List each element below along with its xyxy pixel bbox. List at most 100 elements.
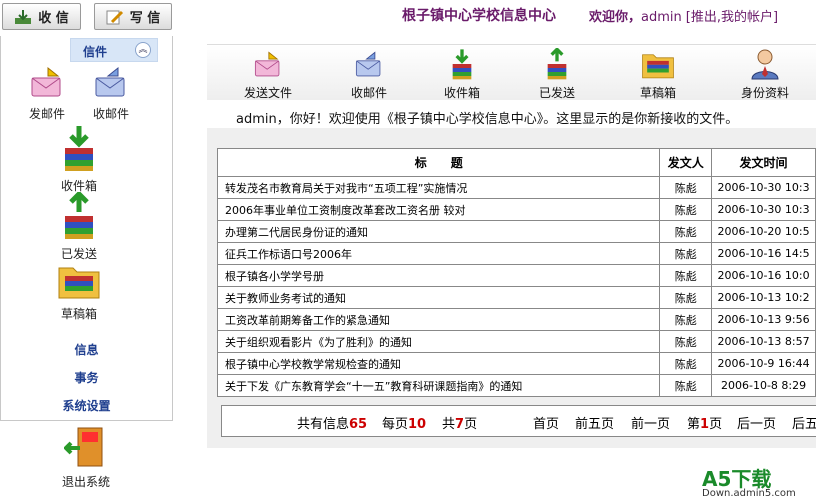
toolbar-label: 发送文件: [243, 86, 292, 100]
next-page-link[interactable]: 后一页: [737, 413, 776, 432]
sidebar-link-affairs[interactable]: 事务: [0, 369, 173, 386]
current-page: 第1页: [687, 413, 722, 432]
sidebar-item-send-mail[interactable]: 发邮件: [22, 66, 72, 122]
pages-value: 7: [455, 417, 465, 432]
message-title[interactable]: 转发茂名市教育局关于对我市“五项工程”实施情况: [216, 176, 661, 199]
message-title[interactable]: 工资改革前期筹备工作的紧急通知: [216, 308, 661, 331]
message-sender: 陈彪: [659, 308, 713, 331]
table-row[interactable]: 关于下发《广东教育学会“十一五”教育科研课题指南》的通知 陈彪 2006-10-8 …: [216, 374, 816, 397]
table-row[interactable]: 关于组织观看影片《为了胜利》的通知 陈彪 2006-10-13 8:57: [216, 330, 816, 353]
message-sender: 陈彪: [659, 264, 713, 287]
table-row[interactable]: 关于教师业务考试的通知 陈彪 2006-10-13 10:2: [216, 286, 816, 309]
toolbar-label: 草稿箱: [639, 86, 676, 100]
message-title[interactable]: 根子镇中心学校教学常规检查的通知: [216, 352, 661, 375]
user-profile-icon: [751, 49, 779, 80]
table-row[interactable]: 工资改革前期筹备工作的紧急通知 陈彪 2006-10-13 9:56: [216, 308, 816, 331]
table-row[interactable]: 办理第二代居民身份证的通知 陈彪 2006-10-20 10:5: [216, 220, 816, 243]
sidebar-item-sent[interactable]: 已发送: [54, 190, 104, 262]
message-sender: 陈彪: [659, 198, 713, 221]
message-sender: 陈彪: [659, 286, 713, 309]
pagination-bar: 共有信息65 每页10 共7页 首页 前五页 前一页 第1页 后一页 后五: [221, 405, 816, 437]
message-time: 2006-10-30 10:3: [711, 176, 816, 199]
per-value: 10: [408, 417, 427, 432]
sidebar-link-info[interactable]: 信息: [0, 341, 173, 358]
toolbar-inbox[interactable]: 收件箱: [442, 48, 482, 101]
receive-label: 收 信: [38, 11, 69, 26]
message-title[interactable]: 关于组织观看影片《为了胜利》的通知: [216, 330, 661, 353]
prev-five-link[interactable]: 前五页: [575, 413, 614, 432]
message-title[interactable]: 办理第二代居民身份证的通知: [216, 220, 661, 243]
toolbar-receive-mail[interactable]: 收邮件: [349, 50, 389, 101]
sidebar-section-header[interactable]: 信件 ︽: [70, 38, 158, 62]
first-page-link[interactable]: 首页: [533, 413, 559, 432]
watermark-url: Down.admin5.com: [702, 488, 796, 499]
send-mail-icon: [31, 66, 61, 97]
message-time: 2006-10-20 10:5: [711, 220, 816, 243]
table-row[interactable]: 根子镇各小学学号册 陈彪 2006-10-16 10:0: [216, 264, 816, 287]
column-header-time: 发文时间: [711, 148, 816, 177]
cur-suffix: 页: [709, 417, 723, 432]
table-row[interactable]: 征兵工作标语口号2006年 陈彪 2006-10-16 14:5: [216, 242, 816, 265]
sidebar-item-label: 草稿箱: [60, 307, 97, 321]
write-label: 写 信: [129, 11, 161, 26]
send-mail-icon: [254, 51, 280, 77]
cur-value: 1: [700, 417, 710, 432]
message-time: 2006-10-30 10:3: [711, 198, 816, 221]
welcome-text: 欢迎你，admin [推出,我的帐户]: [589, 6, 778, 25]
message-sender: 陈彪: [659, 220, 713, 243]
toolbar-label: 收邮件: [350, 86, 387, 100]
account-links[interactable]: [推出,我的帐户]: [686, 10, 778, 25]
sidebar-item-label: 发邮件: [28, 107, 65, 121]
receive-mail-icon: [95, 66, 125, 97]
total-count: 共有信息65: [297, 413, 367, 432]
message-time: 2006-10-16 10:0: [711, 264, 816, 287]
download-icon: [15, 9, 32, 24]
message-sender: 陈彪: [659, 242, 713, 265]
message-sender: 陈彪: [659, 330, 713, 353]
message-title[interactable]: 关于教师业务考试的通知: [216, 286, 661, 309]
message-title[interactable]: 关于下发《广东教育学会“十一五”教育科研课题指南》的通知: [216, 374, 661, 397]
toolbar-profile[interactable]: 身份资料: [738, 48, 792, 101]
cur-prefix: 第: [687, 417, 701, 432]
sidebar-link-settings[interactable]: 系统设置: [0, 397, 173, 414]
message-title[interactable]: 根子镇各小学学号册: [216, 264, 661, 287]
toolbar-drafts[interactable]: 草稿箱: [638, 48, 678, 101]
collapse-icon[interactable]: ︽: [135, 42, 151, 58]
watermark-logo: A5下载 Down.admin5.com: [702, 463, 796, 499]
sidebar-item-label: 收邮件: [92, 107, 129, 121]
column-header-title: 标 题: [216, 148, 661, 177]
welcome-prefix: 欢迎你，: [589, 10, 642, 25]
logout-button[interactable]: 退出系统: [54, 424, 118, 490]
table-row[interactable]: 2006年事业单位工资制度改革套改工资名册 较对 陈彪 2006-10-30 10:…: [216, 198, 816, 221]
message-sender: 陈彪: [659, 352, 713, 375]
message-table: 标 题 发文人 发文时间 转发茂名市教育局关于对我市“五项工程”实施情况 陈彪 20…: [216, 148, 816, 397]
sidebar-item-receive-mail[interactable]: 收邮件: [88, 66, 134, 122]
message-sender: 陈彪: [659, 374, 713, 397]
site-title: 根子镇中心学校信息中心: [402, 8, 556, 24]
message-title[interactable]: 2006年事业单位工资制度改革套改工资名册 较对: [216, 198, 661, 221]
per-page: 每页10: [382, 413, 426, 432]
column-header-sender: 发文人: [659, 148, 713, 177]
write-button[interactable]: 写 信: [94, 3, 172, 30]
prev-page-link[interactable]: 前一页: [631, 413, 670, 432]
message-title[interactable]: 征兵工作标语口号2006年: [216, 242, 661, 265]
inbox-icon: [65, 126, 93, 171]
toolbar-send-file[interactable]: 发送文件: [242, 50, 294, 101]
message-sender: 陈彪: [659, 176, 713, 199]
message-time: 2006-10-13 8:57: [711, 330, 816, 353]
toolbar-sent[interactable]: 已发送: [537, 46, 577, 101]
pencil-icon: [106, 10, 123, 24]
per-prefix: 每页: [382, 417, 409, 432]
sidebar-item-inbox[interactable]: 收件箱: [54, 124, 104, 194]
exit-door-icon: [63, 427, 103, 467]
receive-button[interactable]: 收 信: [2, 3, 81, 30]
username: admin: [641, 10, 682, 25]
table-row[interactable]: 根子镇中心学校教学常规检查的通知 陈彪 2006-10-9 16:44: [216, 352, 816, 375]
toolbar-label: 已发送: [538, 86, 575, 100]
table-header-row: 标 题 发文人 发文时间: [216, 148, 816, 177]
table-row[interactable]: 转发茂名市教育局关于对我市“五项工程”实施情况 陈彪 2006-10-30 10:3: [216, 176, 816, 199]
greeting-text: admin，你好！欢迎使用《根子镇中心学校信息中心》。这里显示的是你新接收的文件…: [236, 112, 739, 127]
message-time: 2006-10-13 10:2: [711, 286, 816, 309]
sidebar-item-drafts[interactable]: 草稿箱: [54, 260, 104, 322]
next-five-link[interactable]: 后五: [792, 413, 816, 432]
